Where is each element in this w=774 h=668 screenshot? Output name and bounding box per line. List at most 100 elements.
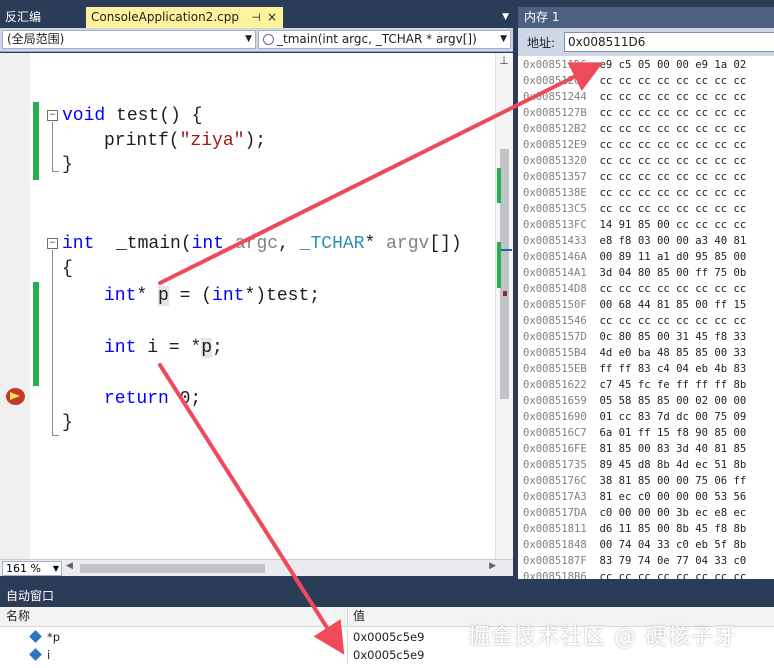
- ide-window: 反汇编 ConsoleApplication2.cpp ⊣ × ▼ (全局范围)…: [0, 0, 774, 668]
- memory-row-bytes: 6a 01 ff 15 f8 90 85 00: [599, 427, 747, 439]
- pin-icon[interactable]: ⊣: [251, 7, 261, 28]
- memory-row[interactable]: 0x00851244 cc cc cc cc cc cc cc cc: [523, 89, 746, 106]
- memory-row-address: 0x00851735: [523, 459, 587, 471]
- memory-row[interactable]: 0x008511D6 e9 c5 05 00 00 e9 1a 02: [523, 57, 746, 74]
- memory-rows[interactable]: 0x008511D6 e9 c5 05 00 00 e9 1a 02 0x0085…: [518, 56, 774, 579]
- memory-row[interactable]: 0x0085150F 00 68 44 81 85 00 ff 15: [523, 297, 746, 314]
- split-view-icon[interactable]: ⊥: [498, 55, 510, 66]
- memory-row[interactable]: 0x008512E9 cc cc cc cc cc cc cc cc: [523, 137, 746, 154]
- vertical-scrollbar[interactable]: ⊥: [495, 53, 513, 559]
- close-icon[interactable]: ×: [267, 7, 277, 28]
- horizontal-scrollbar[interactable]: ◀ ▶: [66, 561, 496, 573]
- variable-value[interactable]: 0x0005c5e9: [353, 647, 424, 664]
- tab-consoleapplication2-cpp[interactable]: ConsoleApplication2.cpp ⊣ ×: [86, 7, 283, 28]
- scroll-thumb[interactable]: [80, 564, 265, 573]
- memory-row-bytes: cc cc cc cc cc cc cc cc: [599, 91, 747, 103]
- memory-row-address: 0x008512B2: [523, 123, 587, 135]
- function-dropdown[interactable]: _tmain(int argc, _TCHAR * argv[]) ▼: [258, 30, 511, 49]
- memory-row[interactable]: 0x00851848 00 74 04 33 c0 eb 5f 8b: [523, 537, 746, 554]
- column-separator[interactable]: [347, 607, 348, 627]
- variable-icon: [29, 630, 42, 643]
- memory-row-address: 0x00851848: [523, 539, 587, 551]
- memory-row[interactable]: 0x008514A1 3d 04 80 85 00 ff 75 0b: [523, 265, 746, 282]
- variable-value[interactable]: 0x0005c5e9: [353, 629, 424, 646]
- memory-row-bytes: cc cc cc cc cc cc cc cc: [599, 107, 747, 119]
- memory-row[interactable]: 0x008514D8 cc cc cc cc cc cc cc cc: [523, 281, 746, 298]
- memory-row[interactable]: 0x00851357 cc cc cc cc cc cc cc cc: [523, 169, 746, 186]
- column-header-value[interactable]: 值: [353, 607, 365, 626]
- scope-value: (全局范围): [7, 32, 65, 46]
- memory-row[interactable]: 0x00851433 e8 f8 03 00 00 a3 40 81: [523, 233, 746, 250]
- memory-row[interactable]: 0x0085157D 0c 80 85 00 31 45 f8 33: [523, 329, 746, 346]
- memory-row[interactable]: 0x008517DA c0 00 00 00 3b ec e8 ec: [523, 505, 746, 522]
- memory-row-address: 0x00851357: [523, 171, 587, 183]
- scroll-thumb[interactable]: [500, 149, 509, 399]
- memory-row[interactable]: 0x008516C7 6a 01 ff 15 f8 90 85 00: [523, 425, 746, 442]
- memory-row-address: 0x008517DA: [523, 507, 587, 519]
- memory-row[interactable]: 0x008513C5 cc cc cc cc cc cc cc cc: [523, 201, 746, 218]
- memory-row-bytes: cc cc cc cc cc cc cc cc: [599, 283, 747, 295]
- memory-row[interactable]: 0x00851320 cc cc cc cc cc cc cc cc: [523, 153, 746, 170]
- memory-row-bytes: d6 11 85 00 8b 45 f8 8b: [599, 523, 747, 535]
- memory-row-address: 0x00851659: [523, 395, 587, 407]
- memory-row-address: 0x008513FC: [523, 219, 587, 231]
- tab-list-dropdown-icon[interactable]: ▼: [502, 7, 509, 28]
- memory-row[interactable]: 0x008515EB ff ff 83 c4 04 eb 4b 83: [523, 361, 746, 378]
- zoom-dropdown[interactable]: 161 % ▼: [2, 561, 62, 576]
- memory-row-bytes: 83 79 74 0e 77 04 33 c0: [599, 555, 747, 567]
- memory-row[interactable]: 0x0085127B cc cc cc cc cc cc cc cc: [523, 105, 746, 122]
- chevron-down-icon: ▼: [500, 34, 507, 44]
- memory-row-address: 0x00851320: [523, 155, 587, 167]
- code-line-close-brace: }: [62, 155, 73, 175]
- memory-row-bytes: 81 ec c0 00 00 00 53 56: [599, 491, 747, 503]
- memory-row[interactable]: 0x008512B2 cc cc cc cc cc cc cc cc: [523, 121, 746, 138]
- memory-row[interactable]: 0x008515B4 4d e0 ba 48 85 85 00 33: [523, 345, 746, 362]
- collapse-test-icon[interactable]: −: [47, 110, 58, 121]
- memory-row-bytes: cc cc cc cc cc cc cc cc: [599, 155, 747, 167]
- memory-row-address: 0x008516FE: [523, 443, 587, 455]
- collapse-tmain-icon[interactable]: −: [47, 238, 58, 249]
- scroll-right-icon[interactable]: ▶: [489, 561, 496, 571]
- memory-row[interactable]: 0x0085138E cc cc cc cc cc cc cc cc: [523, 185, 746, 202]
- variable-name: *p: [47, 630, 61, 644]
- scope-dropdown[interactable]: (全局范围) ▼: [2, 30, 256, 49]
- memory-row-bytes: e9 c5 05 00 00 e9 1a 02: [599, 59, 747, 71]
- memory-row-bytes: 05 58 85 85 00 02 00 00: [599, 395, 747, 407]
- memory-row[interactable]: 0x008516FE 81 85 00 83 3d 40 81 85: [523, 441, 746, 458]
- memory-row[interactable]: 0x00851735 89 45 d8 8b 4d ec 51 8b: [523, 457, 746, 474]
- memory-row-bytes: cc cc cc cc cc cc cc cc: [599, 315, 747, 327]
- memory-row-bytes: cc cc cc cc cc cc cc cc: [599, 187, 747, 199]
- memory-row[interactable]: 0x00851546 cc cc cc cc cc cc cc cc: [523, 313, 746, 330]
- fold-guide: [52, 122, 53, 171]
- scroll-left-icon[interactable]: ◀: [66, 561, 73, 571]
- memory-row-address: 0x00851433: [523, 235, 587, 247]
- memory-row[interactable]: 0x008518B6 cc cc cc cc cc cc cc cc: [523, 569, 746, 579]
- memory-row[interactable]: 0x008517A3 81 ec c0 00 00 00 53 56: [523, 489, 746, 506]
- function-value: _tmain(int argc, _TCHAR * argv[]): [277, 32, 477, 46]
- autos-window-title: 自动窗口: [0, 586, 774, 607]
- code-line-return: return 0;: [104, 389, 202, 409]
- memory-row[interactable]: 0x00851659 05 58 85 85 00 02 00 00: [523, 393, 746, 410]
- memory-window-title: 内存 1: [518, 7, 774, 28]
- memory-row[interactable]: 0x00851811 d6 11 85 00 8b 45 f8 8b: [523, 521, 746, 538]
- memory-window: 内存 1 地址: 0x008511D6 0x008511D6 e9 c5 05 …: [518, 7, 774, 579]
- editor-tab-bar: 反汇编 ConsoleApplication2.cpp ⊣ × ▼: [0, 7, 513, 28]
- address-input[interactable]: 0x008511D6: [564, 32, 774, 52]
- memory-row[interactable]: 0x0085176C 38 81 85 00 00 75 06 ff: [523, 473, 746, 490]
- breakpoint-current-line-icon[interactable]: [6, 388, 25, 405]
- code-editor[interactable]: − − void test() { printf("ziya"); } int …: [0, 53, 513, 559]
- memory-row[interactable]: 0x0085120D cc cc cc cc cc cc cc cc: [523, 73, 746, 90]
- memory-row[interactable]: 0x00851622 c7 45 fc fe ff ff ff 8b: [523, 377, 746, 394]
- column-header-name[interactable]: 名称: [6, 607, 30, 626]
- zoom-value: 161 %: [6, 562, 41, 575]
- breakpoint-margin[interactable]: [0, 53, 30, 559]
- memory-row[interactable]: 0x008513FC 14 91 85 00 cc cc cc cc: [523, 217, 746, 234]
- memory-row-address: 0x008515EB: [523, 363, 587, 375]
- memory-row[interactable]: 0x0085187F 83 79 74 0e 77 04 33 c0: [523, 553, 746, 570]
- memory-row[interactable]: 0x00851690 01 cc 83 7d dc 00 75 09: [523, 409, 746, 426]
- code-line-deref: int i = *p;: [104, 338, 223, 358]
- memory-row[interactable]: 0x0085146A 00 89 11 a1 d0 95 85 00: [523, 249, 746, 266]
- tab-disassembly[interactable]: 反汇编: [0, 7, 46, 28]
- code-line-close-brace: }: [62, 413, 73, 433]
- memory-row-address: 0x00851690: [523, 411, 587, 423]
